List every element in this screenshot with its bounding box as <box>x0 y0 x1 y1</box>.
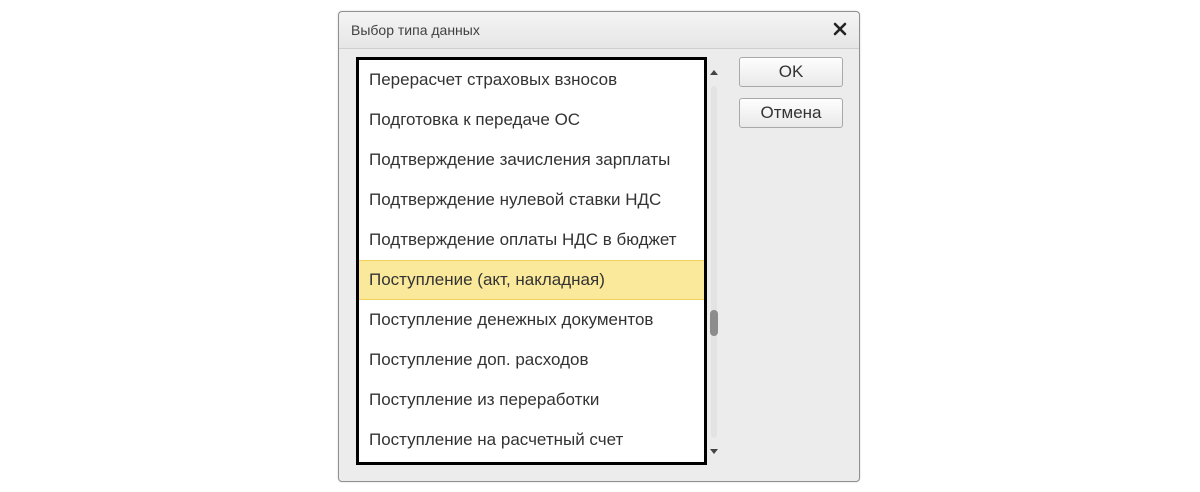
dialog-titlebar[interactable]: Выбор типа данных <box>339 12 859 49</box>
cancel-button[interactable]: Отмена <box>739 98 843 128</box>
list-item[interactable]: Поступление из переработки <box>359 380 704 420</box>
list-item[interactable]: Подтверждение зачисления зарплаты <box>359 140 704 180</box>
list-item-label: Подтверждение оплаты НДС в бюджет <box>369 230 677 249</box>
list-item-selected[interactable]: Поступление (акт, накладная) <box>359 260 704 300</box>
type-list-items: Перерасчет страховых взносов Подготовка … <box>359 60 704 462</box>
list-item[interactable]: Подтверждение оплаты НДС в бюджет <box>359 220 704 260</box>
list-item-label: Поступление из переработки <box>369 390 600 409</box>
list-item[interactable]: Перерасчет страховых взносов <box>359 60 704 100</box>
ok-button[interactable]: OK <box>739 57 843 87</box>
list-item-label: Подтверждение зачисления зарплаты <box>369 150 671 169</box>
list-item-label: Подтверждение нулевой ставки НДС <box>369 190 662 209</box>
list-item-label: Поступление (акт, накладная) <box>369 270 605 289</box>
list-item[interactable]: Подготовка к передаче ОС <box>359 100 704 140</box>
list-item-label: Перерасчет страховых взносов <box>369 70 618 89</box>
type-list[interactable]: Перерасчет страховых взносов Подготовка … <box>356 57 707 465</box>
arrow-up-icon[interactable] <box>709 68 719 78</box>
list-item[interactable]: Поступление доп. расходов <box>359 340 704 380</box>
dialog-title: Выбор типа данных <box>351 22 480 38</box>
arrow-down-icon[interactable] <box>709 446 719 456</box>
scrollbar-track[interactable] <box>711 86 717 438</box>
close-icon <box>833 22 847 36</box>
list-item-label: Подготовка к передаче ОС <box>369 110 581 129</box>
data-type-dialog: Выбор типа данных Перерасчет страховых в… <box>338 11 860 482</box>
list-item-label: Поступление денежных документов <box>369 310 654 329</box>
close-button[interactable] <box>829 18 851 40</box>
list-item[interactable]: Поступление на расчетный счет <box>359 420 704 460</box>
scrollbar-thumb[interactable] <box>710 310 718 336</box>
list-item[interactable]: Подтверждение нулевой ставки НДС <box>359 180 704 220</box>
list-scrollbar[interactable] <box>707 64 721 462</box>
list-item-label: Поступление доп. расходов <box>369 350 589 369</box>
list-item[interactable]: Поступление денежных документов <box>359 300 704 340</box>
list-item-label: Поступление на расчетный счет <box>369 430 624 449</box>
